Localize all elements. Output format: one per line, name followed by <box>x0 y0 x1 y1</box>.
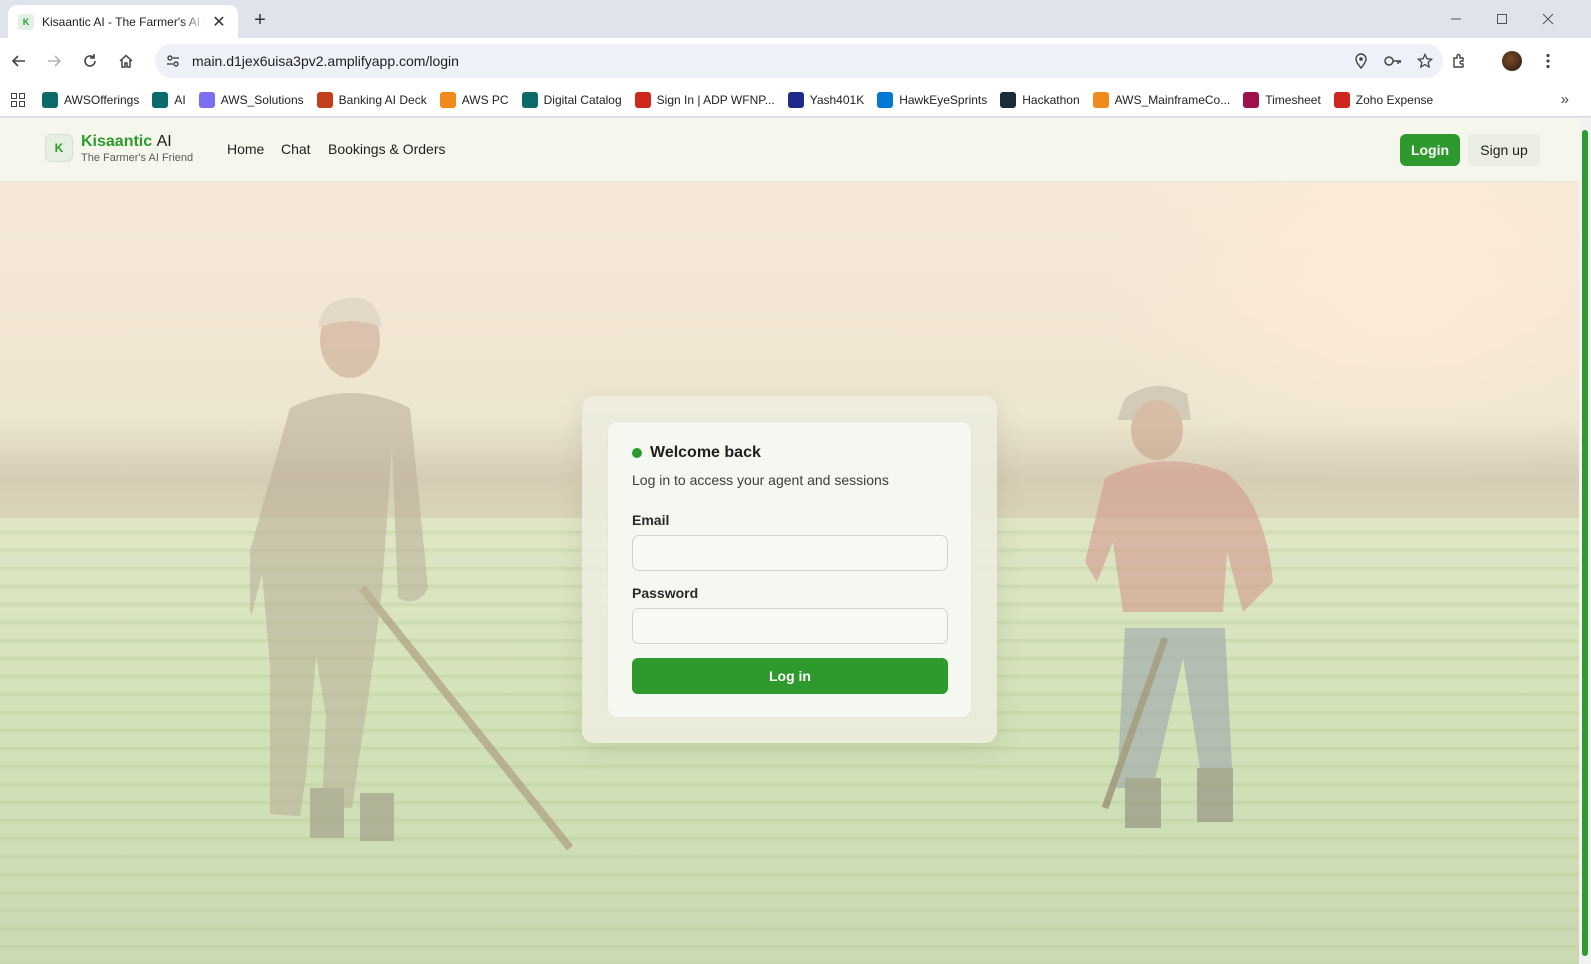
bookmark-item[interactable]: Zoho Expense <box>1333 91 1434 108</box>
nav-signup-button[interactable]: Sign up <box>1468 134 1540 166</box>
page-viewport: K Kisaantic AI The Farmer's AI Friend Ho… <box>0 118 1579 964</box>
password-key-icon[interactable] <box>1379 47 1407 75</box>
bookmark-item[interactable]: Banking AI Deck <box>316 91 427 108</box>
bookmark-item[interactable]: AWS_Solutions <box>198 91 304 108</box>
nav-link-chat[interactable]: Chat <box>281 141 311 157</box>
close-window-icon[interactable] <box>1525 6 1571 32</box>
bookmark-item[interactable]: AWS_MainframeCo... <box>1092 91 1231 108</box>
bookmark-label: Digital Catalog <box>543 92 622 107</box>
bookmark-label: HawkEyeSprints <box>899 92 988 107</box>
url-text[interactable]: main.d1jex6uisa3pv2.amplifyapp.com/login <box>192 53 1347 69</box>
farmer-left-figure <box>250 297 574 851</box>
adp-icon <box>634 91 651 108</box>
brand-tagline: The Farmer's AI Friend <box>81 152 194 164</box>
sharepoint-icon <box>42 91 58 108</box>
bookmark-label: AI <box>174 92 186 107</box>
extensions-icon[interactable] <box>1444 46 1474 76</box>
aws-box-icon <box>1092 91 1109 108</box>
home-icon[interactable] <box>111 46 141 76</box>
bookmark-item[interactable]: HawkEyeSprints <box>877 91 988 108</box>
v-icon <box>1243 91 1260 108</box>
box-icon <box>439 91 456 108</box>
bookmark-label: Zoho Expense <box>1355 92 1434 107</box>
logo-icon[interactable]: K <box>45 134 73 162</box>
bookmark-label: AWS_Solutions <box>220 92 304 107</box>
address-bar[interactable]: main.d1jex6uisa3pv2.amplifyapp.com/login <box>155 44 1443 78</box>
page-scrollbar[interactable] <box>1579 118 1591 964</box>
close-tab-icon[interactable]: ✕ <box>210 13 228 31</box>
apps-grid-icon[interactable] <box>8 90 28 110</box>
scrollbar-thumb[interactable] <box>1582 130 1588 956</box>
zoho-icon <box>1333 91 1350 108</box>
bookmark-item[interactable]: AWS PC <box>439 91 509 108</box>
bookmark-item[interactable]: AWSOfferings <box>42 91 140 108</box>
minimize-icon[interactable] <box>1433 6 1479 32</box>
location-icon[interactable] <box>1347 47 1375 75</box>
bookmark-label: AWS_MainframeCo... <box>1114 92 1231 107</box>
card-subtitle: Log in to access your agent and sessions <box>632 472 889 488</box>
bookmark-item[interactable]: Sign In | ADP WFNP... <box>634 91 775 108</box>
tab-favicon: K <box>18 13 34 30</box>
card-title-text: Welcome back <box>650 444 761 461</box>
card-title: Welcome back <box>632 444 761 462</box>
back-icon[interactable] <box>4 46 34 76</box>
password-field[interactable] <box>632 608 948 644</box>
login-submit-button[interactable]: Log in <box>632 658 948 694</box>
email-label: Email <box>632 512 670 528</box>
d-icon <box>1000 91 1017 108</box>
sharepoint-icon <box>152 91 169 108</box>
bookmarks-bar: AWSOfferings AI AWS_Solutions Banking AI De… <box>0 83 1591 117</box>
bookmark-item[interactable]: Timesheet <box>1243 91 1321 108</box>
site-navbar: K Kisaantic AI The Farmer's AI Friend Ho… <box>0 118 1579 182</box>
browser-tab-active[interactable]: K Kisaantic AI - The Farmer's AI Friend … <box>8 5 238 38</box>
login-card-frame: Welcome back Log in to access your agent… <box>582 396 997 743</box>
bookmark-label: Hackathon <box>1022 92 1080 107</box>
bookmark-item[interactable]: Hackathon <box>1000 91 1080 108</box>
reload-icon[interactable] <box>75 46 105 76</box>
brand-name-primary: Kisaantic <box>81 133 153 150</box>
farmer-right-figure <box>1085 385 1273 828</box>
tab-title: Kisaantic AI - The Farmer's AI Friend <box>42 14 206 29</box>
bookmark-label: Banking AI Deck <box>338 92 427 107</box>
bookmark-label: AWSOfferings <box>64 92 140 107</box>
nav-link-bookings-orders[interactable]: Bookings & Orders <box>328 141 446 157</box>
profile-avatar[interactable] <box>1497 46 1527 76</box>
bookmark-star-icon[interactable] <box>1411 47 1439 75</box>
more-bookmarks-icon[interactable]: » <box>1561 91 1569 108</box>
bookmark-label: Yash401K <box>809 92 865 107</box>
nav-login-button[interactable]: Login <box>1400 134 1460 166</box>
nav-link-home[interactable]: Home <box>227 141 264 157</box>
brand[interactable]: Kisaantic AI The Farmer's AI Friend <box>81 133 193 164</box>
bookmark-item[interactable]: Yash401K <box>787 91 865 108</box>
bookmark-label: Sign In | ADP WFNP... <box>656 92 775 107</box>
menu-kebab-icon[interactable] <box>1533 46 1563 76</box>
status-dot-icon <box>632 448 642 458</box>
site-info-icon[interactable] <box>161 49 185 73</box>
bookmark-item[interactable]: AI <box>152 91 186 108</box>
brand-name-secondary: AI <box>156 133 172 150</box>
bookmark-label: AWS PC <box>461 92 509 107</box>
maximize-icon[interactable] <box>1479 6 1525 32</box>
jh-icon <box>787 91 804 108</box>
new-tab-icon[interactable]: + <box>247 8 273 32</box>
login-card: Welcome back Log in to access your agent… <box>607 421 972 718</box>
browser-tabstrip: K Kisaantic AI - The Farmer's AI Friend … <box>0 0 1591 38</box>
sharepoint-icon <box>521 91 538 108</box>
cube-icon <box>198 91 215 108</box>
bookmark-label: Timesheet <box>1265 92 1321 107</box>
azure-devops-icon <box>877 91 894 108</box>
browser-toolbar: main.d1jex6uisa3pv2.amplifyapp.com/login <box>0 38 1591 83</box>
forward-icon[interactable] <box>39 46 69 76</box>
email-field[interactable] <box>632 535 948 571</box>
bookmark-item[interactable]: Digital Catalog <box>521 91 622 108</box>
password-label: Password <box>632 585 699 601</box>
powerpoint-icon <box>316 91 333 108</box>
